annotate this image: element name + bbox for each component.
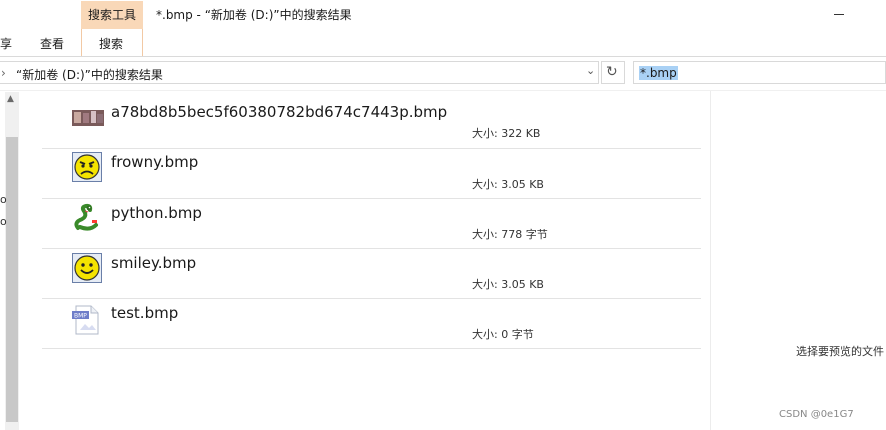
file-size: 大小: 778 字节 [472,228,548,241]
tab-share[interactable]: 享 [0,35,12,52]
address-dropdown-icon[interactable]: ⌄ [586,64,595,77]
nav-item-fragment[interactable]: o [0,193,7,206]
python-snake-icon [72,203,102,237]
file-name[interactable]: python.bmp [111,204,202,222]
tab-view[interactable]: 查看 [40,35,64,52]
search-tools-context-header: 搜索工具 [81,1,143,29]
smiley-face-icon [72,253,102,287]
address-path[interactable]: “新加卷 (D:)”中的搜索结果 [16,66,163,83]
file-size: 大小: 322 KB [472,127,541,140]
scroll-up-icon[interactable]: ▲ [7,94,14,104]
watermark: CSDN @0e1G7 [779,409,854,420]
window-title: *.bmp - “新加卷 (D:)”中的搜索结果 [156,8,352,22]
search-input-value: *.bmp [639,66,678,80]
file-size: 大小: 3.05 KB [472,178,544,191]
file-name[interactable]: frowny.bmp [111,153,198,171]
refresh-icon: ↻ [606,64,618,80]
frowny-face-icon [72,152,102,186]
tab-search[interactable]: 搜索 [99,35,123,52]
file-size: 大小: 0 字节 [472,328,534,341]
file-name[interactable]: test.bmp [111,304,178,322]
svg-text:BMP: BMP [74,313,87,320]
file-name[interactable]: smiley.bmp [111,254,196,272]
preview-placeholder: 选择要预览的文件 [796,345,884,358]
breadcrumb-separator-icon: › [1,66,6,80]
file-size: 大小: 3.05 KB [472,278,544,291]
nav-item-fragment[interactable]: o [0,215,7,228]
bmp-file-icon: BMP [72,305,100,339]
photo-thumbnail-icon [72,110,104,130]
file-name[interactable]: a78bd8b5bec5f60380782bd674c7443p.bmp [111,103,447,121]
minimize-icon[interactable] [834,14,844,15]
nav-scrollbar-thumb[interactable] [6,137,18,422]
preview-pane-divider[interactable] [710,91,711,430]
